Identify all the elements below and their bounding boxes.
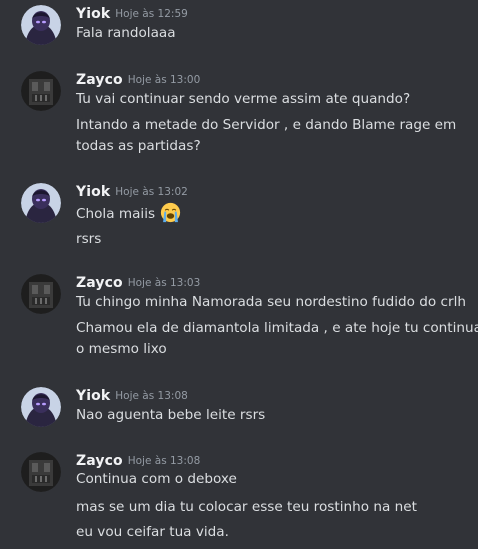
- message-text: Tu chingo minha Namorada seu nordestino …: [76, 294, 466, 310]
- message-text: Continua com o deboxe: [76, 471, 237, 487]
- message-header: Zayco Hoje às 13:08: [76, 450, 200, 470]
- message-header: Zayco Hoje às 13:03: [76, 272, 200, 292]
- yiok-avatar[interactable]: [21, 387, 61, 427]
- timestamp[interactable]: Hoje às 13:08: [128, 455, 201, 467]
- username[interactable]: Yiok: [76, 184, 110, 200]
- message-text: rsrs: [76, 231, 102, 247]
- message-header: Zayco Hoje às 13:00: [76, 69, 200, 89]
- message-text: eu vou ceifar tua vida.: [76, 524, 229, 540]
- yiok-avatar[interactable]: [21, 183, 61, 223]
- zayco-avatar[interactable]: [21, 452, 61, 492]
- username[interactable]: Yiok: [76, 388, 110, 404]
- timestamp[interactable]: Hoje às 12:59: [115, 8, 188, 20]
- zayco-avatar[interactable]: [21, 71, 61, 111]
- message-text: Intando a metade do Servidor , e dando B…: [76, 117, 457, 133]
- message-header: Yiok Hoje às 13:02: [76, 181, 188, 201]
- username[interactable]: Zayco: [76, 275, 123, 291]
- loudly-crying-face-icon[interactable]: [160, 202, 181, 223]
- message-header: Yiok Hoje às 13:08: [76, 385, 188, 405]
- message-text: mas se um dia tu colocar esse teu rostin…: [76, 499, 417, 515]
- zayco-avatar[interactable]: [21, 274, 61, 314]
- message-text-content: Chola maiis: [76, 206, 156, 222]
- timestamp[interactable]: Hoje às 13:00: [128, 74, 201, 86]
- message-text: Chola maiis: [76, 202, 181, 223]
- message-text: Nao aguenta bebe leite rsrs: [76, 407, 266, 423]
- message-text: Chamou ela de diamantola limitada , e at…: [76, 320, 478, 336]
- username[interactable]: Yiok: [76, 6, 110, 22]
- timestamp[interactable]: Hoje às 13:02: [115, 186, 188, 198]
- chat-message-list: Yiok Hoje às 12:59 Fala randolaaa Zayco Ho…: [0, 0, 478, 549]
- username[interactable]: Zayco: [76, 72, 123, 88]
- message-text: todas as partidas?: [76, 138, 201, 154]
- timestamp[interactable]: Hoje às 13:08: [115, 390, 188, 402]
- yiok-avatar[interactable]: [21, 5, 61, 45]
- message-header: Yiok Hoje às 12:59: [76, 3, 188, 23]
- username[interactable]: Zayco: [76, 453, 123, 469]
- message-text: Fala randolaaa: [76, 25, 176, 41]
- message-text: o mesmo lixo: [76, 341, 167, 357]
- message-text: Tu vai continuar sendo verme assim ate q…: [76, 91, 411, 107]
- timestamp[interactable]: Hoje às 13:03: [128, 277, 201, 289]
